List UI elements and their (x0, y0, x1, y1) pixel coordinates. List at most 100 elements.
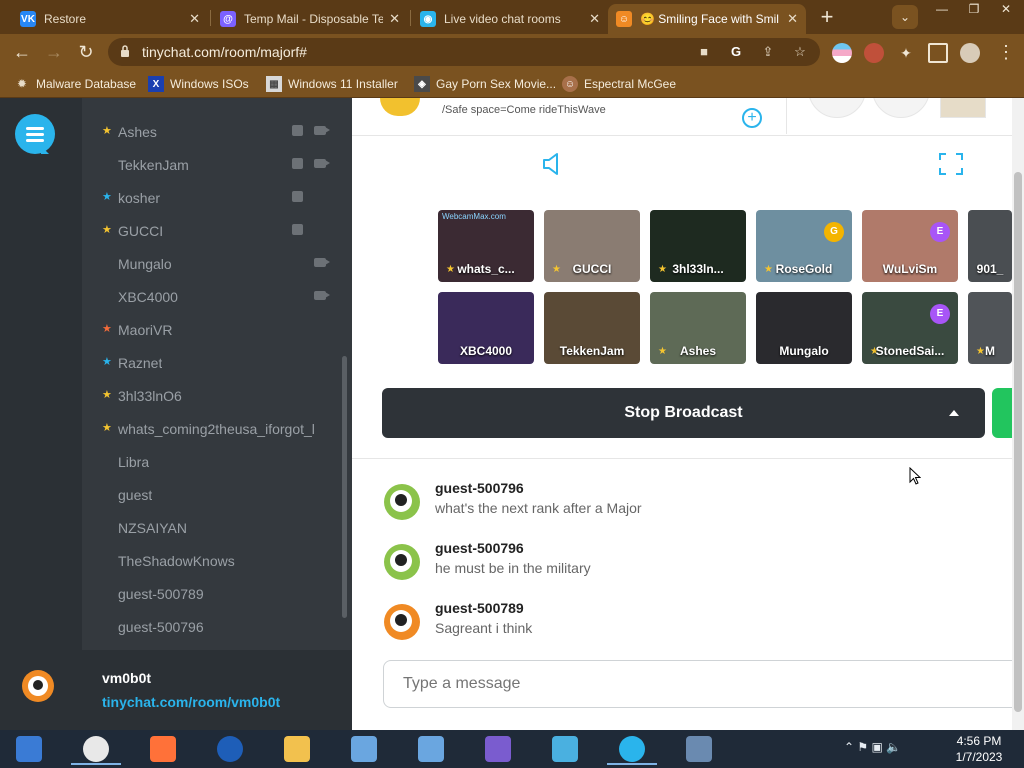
avatar[interactable] (22, 670, 54, 702)
user-list-item[interactable]: ★ kosher (82, 186, 344, 210)
my-room-link[interactable]: tinychat.com/room/vm0b0t (102, 694, 280, 710)
add-icon[interactable]: + (742, 108, 762, 128)
camera-tile[interactable]: Mungalo (756, 292, 852, 364)
user-list-item[interactable]: guest-500789 (82, 582, 344, 606)
start-icon[interactable] (0, 733, 58, 765)
user-list-item[interactable]: ★ Ashes (82, 120, 344, 144)
camera-tile[interactable]: WebcamMax.com ★ whats_c... (438, 210, 534, 282)
fullscreen-icon[interactable] (938, 152, 964, 176)
star-icon: ★ (102, 323, 112, 335)
firefox-icon[interactable] (134, 733, 192, 765)
share-icon[interactable]: ⇪ (760, 44, 776, 60)
featured-avatar[interactable] (872, 98, 930, 118)
featured-avatar[interactable] (808, 98, 866, 118)
close-icon[interactable]: ✕ (189, 11, 200, 27)
side-panel-icon[interactable] (928, 43, 948, 63)
clock-time[interactable]: 4:56 PM (950, 734, 1008, 748)
page-scrollbar[interactable] (1012, 98, 1024, 730)
user-list-item[interactable]: guest (82, 483, 344, 507)
tab-restore[interactable]: VK Restore ✕ (12, 4, 208, 34)
tab-smiling-face[interactable]: ☺ 😊 Smiling Face with Smil ✕ (608, 4, 806, 34)
control-panel-icon[interactable] (670, 733, 728, 765)
tab-title: Temp Mail - Disposable Te (244, 12, 384, 26)
chrome-menu-icon[interactable]: ⋮ (994, 40, 1018, 64)
camera-tile[interactable]: ★ GUCCI (544, 210, 640, 282)
user-list-scrollbar[interactable] (342, 356, 347, 618)
file-explorer-icon[interactable] (268, 733, 326, 765)
bookmark-windows-11-installer[interactable]: ▦ Windows 11 Installer (266, 75, 398, 93)
extension-flag-icon[interactable] (832, 43, 852, 63)
camera-tile[interactable]: ★ M (968, 292, 1012, 364)
user-list-item[interactable]: NZSAIYAN (82, 516, 344, 540)
restore-window-button[interactable]: ❐ (958, 0, 990, 20)
camera-tile[interactable]: G ★ RoseGold (756, 210, 852, 282)
photos-icon[interactable] (536, 733, 594, 765)
camera-tile[interactable]: E WuLviSm (862, 210, 958, 282)
tab-temp-mail[interactable]: @ Temp Mail - Disposable Te ✕ (212, 4, 408, 34)
minimize-button[interactable]: — (926, 0, 958, 20)
camera-tile[interactable]: ★ 3hl33ln... (650, 210, 746, 282)
user-list-item[interactable]: ★ whats_coming2theusa_iforgot_l (82, 417, 344, 441)
camera-blocked-icon[interactable]: ■ (696, 44, 712, 60)
avatar[interactable] (384, 484, 420, 520)
message-author[interactable]: guest-500796 (435, 480, 524, 496)
user-list-item[interactable]: guest-500796 (82, 615, 344, 639)
bookmark-espectral-mcgee[interactable]: ☺ Espectral McGee (562, 75, 676, 93)
close-icon[interactable]: ✕ (389, 11, 400, 27)
featured-avatar[interactable] (940, 98, 986, 118)
camera-tile[interactable]: E ★ StonedSai... (862, 292, 958, 364)
system-tray[interactable]: ⌃ ⚑ ▣ 🔈 (844, 740, 901, 754)
menu-button[interactable] (15, 114, 55, 154)
users-icon[interactable] (469, 733, 527, 765)
extensions-puzzle-icon[interactable]: ✦ (896, 43, 916, 63)
user-list-item[interactable]: Libra (82, 450, 344, 474)
avatar[interactable] (384, 544, 420, 580)
profile-avatar-icon[interactable] (960, 43, 980, 63)
message-input[interactable] (383, 660, 1023, 708)
obama-logo-icon[interactable] (201, 733, 259, 765)
camera-tile[interactable]: ★ Ashes (650, 292, 746, 364)
tab-live-video-chat[interactable]: ◉ Live video chat rooms ✕ (412, 4, 608, 34)
message-author[interactable]: guest-500796 (435, 540, 524, 556)
clock-date[interactable]: 1/7/2023 (950, 750, 1008, 764)
reload-button[interactable]: ↻ (74, 40, 98, 64)
bookmark-star-icon[interactable]: ☆ (792, 44, 808, 60)
close-icon[interactable]: ✕ (589, 11, 600, 27)
user-list-item[interactable]: TheShadowKnows (82, 549, 344, 573)
extension-avatar-icon[interactable] (864, 43, 884, 63)
new-tab-button[interactable]: + (814, 5, 840, 31)
forward-button[interactable]: → (42, 40, 66, 64)
chevron-up-icon[interactable] (949, 410, 959, 416)
bookmark-malware-database[interactable]: ✹ Malware Database (14, 75, 136, 93)
avatar[interactable] (384, 604, 420, 640)
close-window-button[interactable]: ✕ (990, 0, 1022, 20)
lock-icon (121, 45, 129, 57)
camera-tile[interactable]: 901_ (968, 210, 1012, 282)
close-icon[interactable]: ✕ (787, 11, 798, 27)
back-button[interactable]: ← (10, 40, 34, 64)
google-icon[interactable]: G (728, 44, 744, 60)
user-list-item[interactable]: ★ Raznet (82, 351, 344, 375)
scrollbar-thumb[interactable] (1014, 172, 1022, 712)
address-bar[interactable]: tinychat.com/room/majorf# ■ G ⇪ ☆ (108, 38, 820, 66)
user-list-item[interactable]: ★ 3hl33lnO6 (82, 384, 344, 408)
tab-search-button[interactable]: ⌄ (892, 5, 918, 29)
speaker-icon[interactable] (542, 152, 564, 176)
user-list-item[interactable]: Mungalo (82, 252, 344, 276)
stop-broadcast-button[interactable]: Stop Broadcast (382, 388, 985, 438)
network-computer-icon[interactable] (335, 733, 393, 765)
chrome-icon[interactable] (67, 733, 125, 765)
network-computer-icon[interactable] (402, 733, 460, 765)
bookmark-site[interactable]: ◈ Gay Porn Sex Movie... (414, 75, 556, 93)
camera-tile[interactable]: TekkenJam (544, 292, 640, 364)
user-list-item[interactable]: XBC4000 (82, 285, 344, 309)
camera-tile[interactable]: XBC4000 (438, 292, 534, 364)
bookmark-windows-isos[interactable]: X Windows ISOs (148, 75, 249, 93)
user-list-item[interactable]: ★ GUCCI (82, 219, 344, 243)
tinychat-icon[interactable] (603, 733, 661, 765)
room-description: /Safe space=Come rideThisWave (442, 104, 606, 116)
user-list-item[interactable]: ★ MaoriVR (82, 318, 344, 342)
star-icon: ★ (102, 422, 112, 434)
message-author[interactable]: guest-500789 (435, 600, 524, 616)
user-list-item[interactable]: TekkenJam (82, 153, 344, 177)
